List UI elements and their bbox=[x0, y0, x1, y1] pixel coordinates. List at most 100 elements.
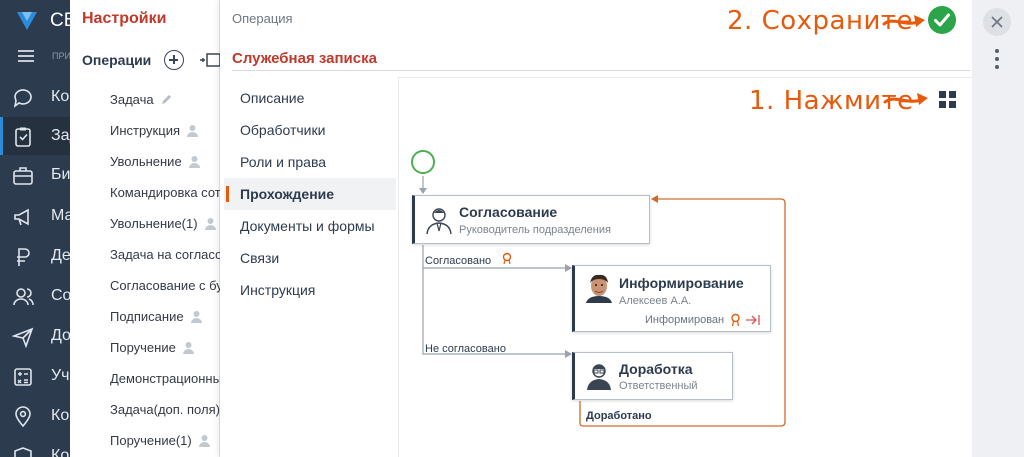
list-item[interactable]: Увольнение bbox=[110, 146, 220, 177]
route-canvas[interactable]: 1. Нажмите Согласование Руководитель под… bbox=[398, 77, 972, 457]
list-item[interactable]: Поручение(1) bbox=[110, 425, 220, 456]
operations-heading: Операции bbox=[82, 52, 152, 68]
node-status: Информирован bbox=[645, 314, 725, 326]
ruble-icon bbox=[17, 248, 30, 266]
person-icon bbox=[204, 218, 216, 230]
title-divider bbox=[232, 70, 970, 71]
tab-instruction[interactable]: Инструкция bbox=[224, 274, 396, 306]
nav-item-staff[interactable]: Сотрудники bbox=[0, 277, 70, 315]
chat-icon bbox=[13, 89, 32, 108]
tab-roles[interactable]: Роли и права bbox=[224, 146, 396, 178]
close-button[interactable] bbox=[983, 8, 1011, 36]
pencil-icon bbox=[161, 95, 171, 104]
nav-item-label: Деньги bbox=[51, 247, 70, 264]
nav-item-money[interactable]: Деньги bbox=[0, 237, 70, 275]
award-icon bbox=[502, 252, 512, 265]
breadcrumb: Операция bbox=[232, 11, 293, 26]
tab-documents[interactable]: Документы и формы bbox=[224, 210, 396, 242]
brand-name: СБИС bbox=[50, 10, 70, 31]
app-window: СБИС ПРИЛОЖЕНИЯ Контакты Задачи Бизнес М… bbox=[0, 0, 1024, 457]
edge-label-reworked: Доработано bbox=[586, 410, 652, 422]
location-icon bbox=[15, 406, 31, 428]
person-icon bbox=[182, 342, 194, 354]
node-name: Согласование bbox=[459, 204, 558, 220]
settings-title: Настройки bbox=[82, 10, 167, 27]
nav-item-label: Компания bbox=[51, 407, 70, 424]
nav-item-marketing[interactable]: Маркетинг bbox=[0, 197, 70, 235]
add-operation-button[interactable] bbox=[164, 50, 184, 70]
list-item[interactable]: Согласование с бухгалтерией bbox=[110, 270, 220, 301]
person-icon bbox=[188, 156, 200, 168]
tab-links[interactable]: Связи bbox=[224, 242, 396, 274]
nav-item-company[interactable]: Компания bbox=[0, 397, 70, 435]
nav-item-label: Контакты bbox=[51, 88, 70, 105]
person-glasses-icon bbox=[587, 364, 611, 390]
operations-list: Задача Инструкция Увольнение Командировк… bbox=[110, 84, 220, 456]
nav-item-label: Документы bbox=[51, 327, 70, 344]
add-folder-icon[interactable] bbox=[198, 50, 220, 70]
nav-item-control[interactable]: Контроль bbox=[0, 437, 70, 457]
user-avatar bbox=[584, 273, 614, 303]
flow-node-approval[interactable]: Согласование Руководитель подразделения bbox=[412, 195, 650, 244]
nav-item-accounting[interactable]: Учет bbox=[0, 357, 70, 395]
menu-icon[interactable] bbox=[18, 50, 34, 62]
list-item[interactable]: Задача(доп. поля) bbox=[110, 394, 220, 425]
manager-avatar-icon bbox=[426, 208, 452, 235]
logo-icon[interactable] bbox=[14, 8, 40, 34]
not-agreed-link bbox=[422, 268, 567, 355]
settings-panel: Настройки Операции Задача Инструкция Уво… bbox=[70, 0, 220, 457]
nav-item-label: Задачи bbox=[51, 127, 70, 144]
start-node[interactable] bbox=[411, 150, 435, 174]
exit-arrow-icon[interactable] bbox=[745, 314, 761, 326]
list-item[interactable]: Демонстрационный bbox=[110, 363, 220, 394]
calculator-icon bbox=[14, 368, 32, 386]
nav-item-label: Маркетинг bbox=[51, 207, 70, 224]
checkmark-icon bbox=[934, 13, 950, 27]
node-assignee: Алексеев А.А. bbox=[619, 295, 692, 307]
tab-description[interactable]: Описание bbox=[224, 82, 396, 114]
list-item[interactable]: Инструкция bbox=[110, 115, 220, 146]
people-icon bbox=[13, 288, 34, 306]
nav-item-label: Сотрудники bbox=[51, 287, 70, 304]
nav-item-contacts[interactable]: Контакты bbox=[0, 78, 70, 116]
node-name: Доработка bbox=[619, 361, 693, 377]
more-menu-button[interactable] bbox=[995, 49, 999, 69]
arrow-right-icon bbox=[882, 15, 925, 27]
tab-route[interactable]: Прохождение bbox=[224, 178, 396, 210]
node-role: Руководитель подразделения bbox=[459, 224, 611, 236]
nav-item-documents[interactable]: Документы bbox=[0, 317, 70, 355]
tasks-icon bbox=[15, 127, 31, 147]
briefcase-icon bbox=[13, 167, 33, 185]
edge-label-agreed: Согласовано bbox=[425, 255, 492, 267]
nav-item-label: Контроль bbox=[51, 447, 70, 457]
person-icon bbox=[187, 125, 198, 137]
node-name: Информирование bbox=[619, 275, 744, 291]
person-icon bbox=[198, 435, 210, 447]
award-icon bbox=[731, 313, 740, 327]
edge-label-not-agreed: Не согласовано bbox=[425, 343, 506, 355]
list-item[interactable]: Задача bbox=[110, 84, 220, 115]
main-nav: СБИС ПРИЛОЖЕНИЯ Контакты Задачи Бизнес М… bbox=[0, 0, 117, 457]
right-toolbar bbox=[972, 0, 1024, 457]
close-icon bbox=[991, 16, 1003, 28]
shield-icon bbox=[14, 447, 32, 457]
send-icon bbox=[12, 327, 34, 348]
page-title: Служебная записка bbox=[232, 50, 377, 67]
list-item[interactable]: Задача на согласование bbox=[110, 239, 220, 270]
nav-item-tasks[interactable]: Задачи bbox=[0, 117, 70, 155]
flow-node-rework[interactable]: Доработка Ответственный bbox=[572, 352, 733, 400]
tab-handlers[interactable]: Обработчики bbox=[224, 114, 396, 146]
card-tabs: Описание Обработчики Роли и права Прохож… bbox=[224, 82, 396, 306]
list-item[interactable]: Подписание bbox=[110, 301, 220, 332]
save-button[interactable] bbox=[928, 6, 956, 34]
nav-item-business[interactable]: Бизнес bbox=[0, 156, 70, 194]
list-item[interactable]: Увольнение(1) bbox=[110, 208, 220, 239]
node-role: Ответственный bbox=[619, 380, 698, 392]
operation-card: Операция Служебная записка 2. Сохраните … bbox=[220, 0, 972, 457]
person-icon bbox=[190, 311, 202, 323]
nav-item-label: Учет bbox=[51, 367, 70, 384]
list-item[interactable]: Командировка сотрудника bbox=[110, 177, 220, 208]
flow-node-inform[interactable]: Информирование Алексеев А.А. Информирова… bbox=[572, 265, 771, 332]
nav-item-label: Бизнес bbox=[51, 166, 70, 183]
list-item[interactable]: Поручение bbox=[110, 332, 220, 363]
